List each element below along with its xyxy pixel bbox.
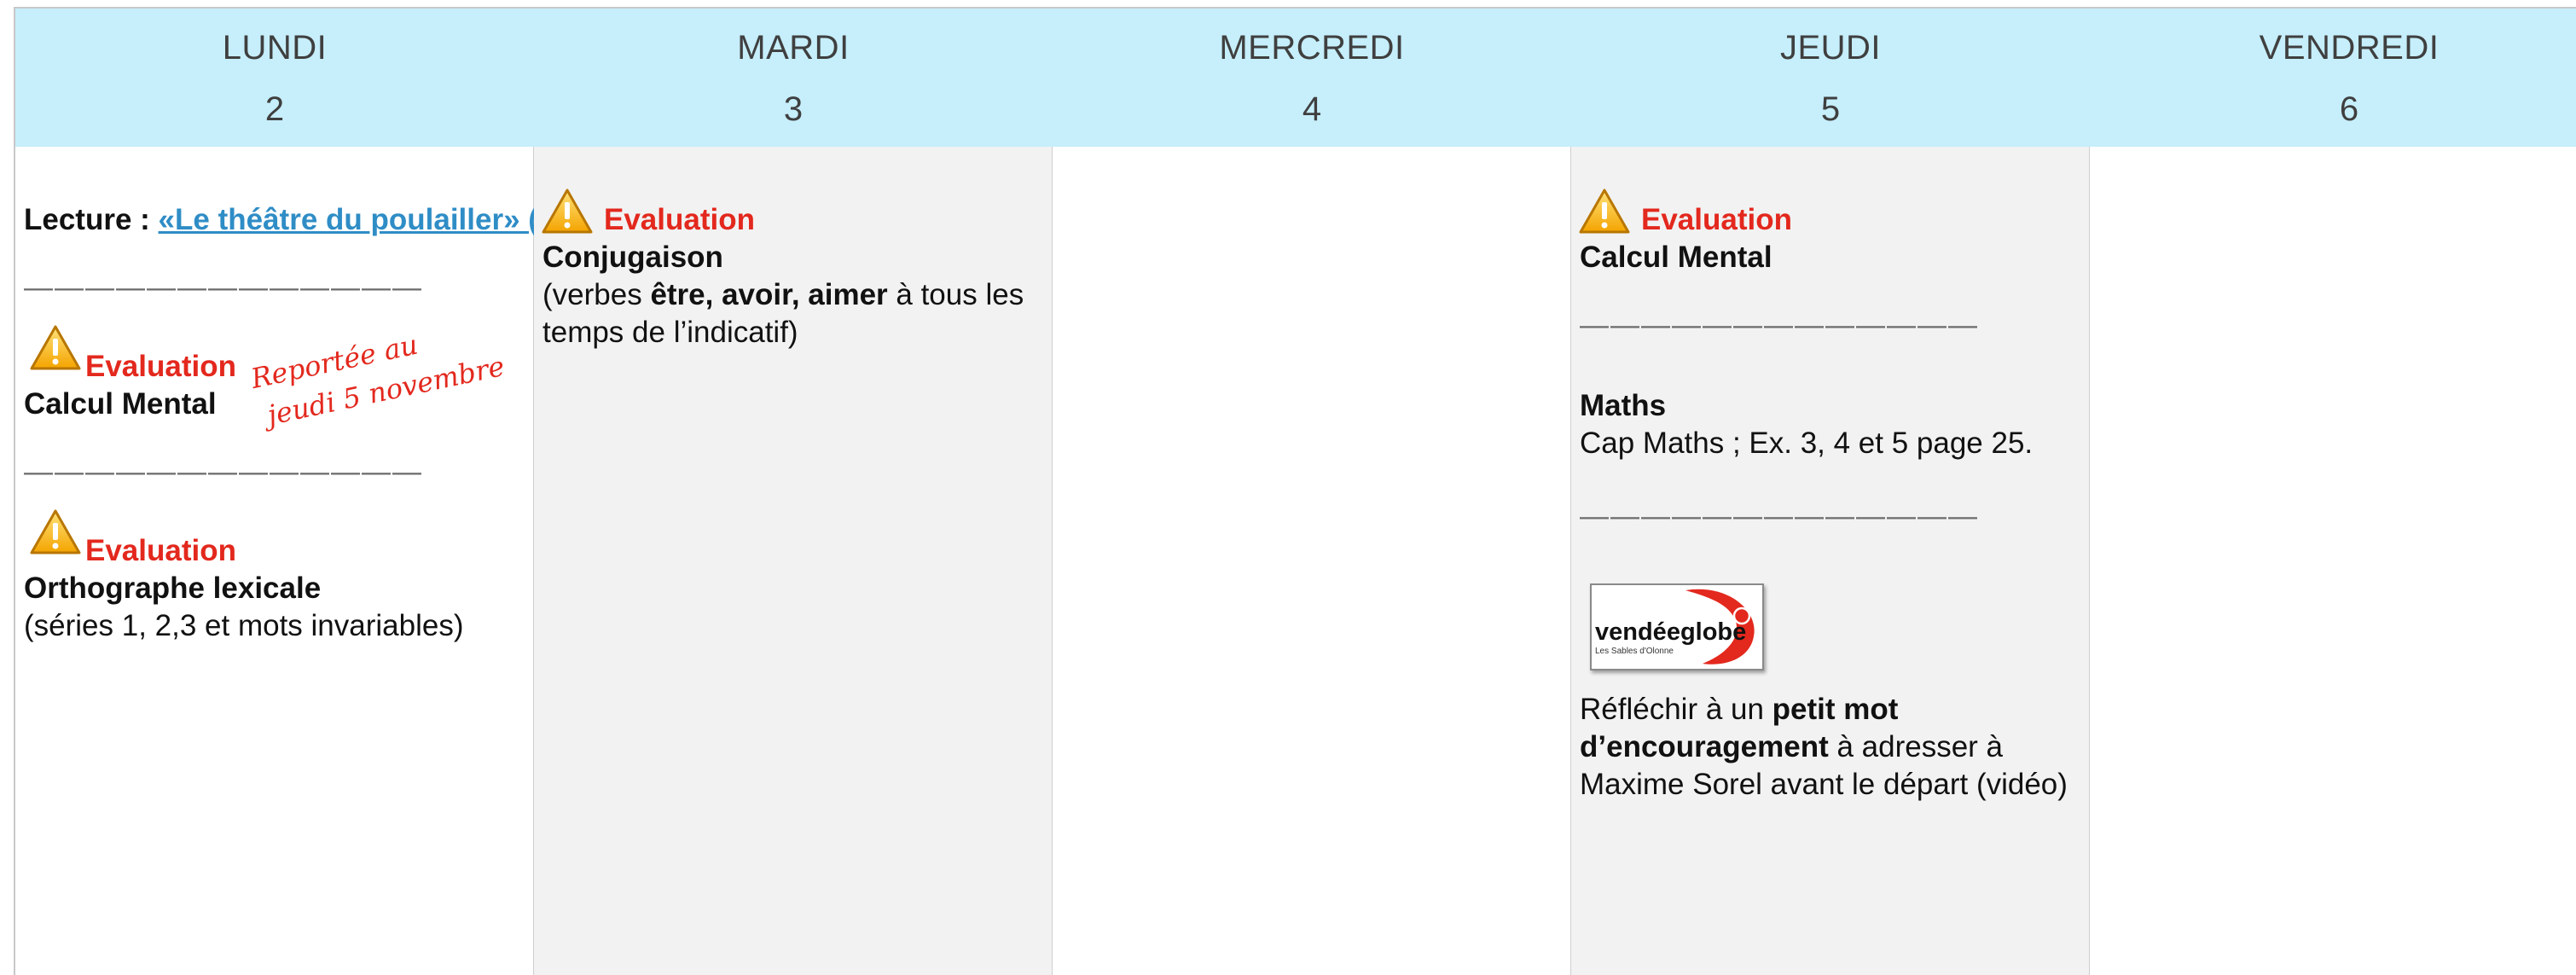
detail-text: à tous les — [887, 278, 1024, 311]
warning-icon — [542, 189, 593, 234]
maths-detail: Cap Maths ; Ex. 3, 4 et 5 page 25. — [1580, 427, 2034, 460]
encouragement-line3: Maxime Sorel avant le départ (vidéo) — [1580, 768, 2068, 801]
vendee-globe-logo[interactable]: vendéeglobe Les Sables d'Olonne — [1590, 583, 1764, 670]
separator: ————————————— — [1580, 500, 1979, 532]
day-name: MARDI — [737, 29, 850, 67]
separator: ————————————— — [24, 271, 423, 304]
message-emphasis: petit mot — [1772, 693, 1899, 726]
day-column-wednesday — [1053, 147, 1572, 975]
evaluation-label: Evaluation — [1641, 203, 1792, 236]
evaluation-subject: Calcul Mental — [24, 387, 217, 421]
detail-verbs: être, avoir, aimer — [650, 278, 888, 311]
day-header-wednesday: MERCREDI 4 — [1053, 9, 1571, 147]
maths-title: Maths — [1580, 389, 1667, 422]
vendee-globe-logo-graphic: vendéeglobe Les Sables d'Olonne — [1595, 589, 1755, 665]
lecture-entry: Lecture : «Le théâtre du poulailler» (3) — [24, 201, 565, 239]
logo-wordmark: vendéeglobe — [1595, 618, 1746, 646]
day-number: 4 — [1302, 90, 1322, 128]
day-number: 5 — [1820, 90, 1841, 128]
logo-subtitle: Les Sables d'Olonne — [1595, 647, 1674, 656]
calendar-header: LUNDI 2 MARDI 3 MERCREDI 4 JEUDI 5 VENDR… — [15, 9, 2576, 147]
day-number: 6 — [2339, 90, 2359, 128]
evaluation-detail: (séries 1, 2,3 et mots invariables) — [24, 609, 464, 642]
day-number: 2 — [264, 90, 285, 128]
day-name: JEUDI — [1779, 29, 1882, 67]
day-header-monday: LUNDI 2 — [15, 9, 534, 147]
message-emphasis: d’encouragement — [1580, 730, 1829, 763]
evaluation-subject: Calcul Mental — [1580, 241, 1772, 274]
separator: ————————————— — [24, 456, 423, 488]
separator: ————————————— — [1580, 309, 1979, 341]
weekly-calendar: LUNDI 2 MARDI 3 MERCREDI 4 JEUDI 5 VENDR… — [14, 7, 2576, 975]
day-column-tuesday: Evaluation Conjugaison (verbes être, avo… — [534, 147, 1053, 975]
message-text: Réfléchir à un — [1580, 693, 1772, 726]
warning-icon — [1579, 189, 1630, 234]
warning-icon — [30, 509, 81, 554]
lecture-label: Lecture : — [24, 203, 159, 236]
day-name: MERCREDI — [1219, 29, 1405, 67]
day-header-friday: VENDREDI 6 — [2090, 9, 2576, 147]
message-text: à adresser à — [1828, 730, 2004, 763]
evaluation-subject: Orthographe lexicale — [24, 572, 322, 605]
day-number: 3 — [783, 90, 804, 128]
lecture-link[interactable]: «Le théâtre du poulailler» (3) — [159, 203, 566, 236]
evaluation-detail: (verbes être, avoir, aimer à tous les — [542, 276, 1024, 314]
evaluation-label: Evaluation — [85, 350, 236, 383]
day-name: LUNDI — [222, 29, 328, 67]
warning-icon — [30, 325, 81, 370]
day-header-thursday: JEUDI 5 — [1571, 9, 2090, 147]
day-column-thursday: Evaluation Calcul Mental ————————————— M… — [1571, 147, 2091, 975]
day-column-friday — [2090, 147, 2576, 975]
day-column-monday: Lecture : «Le théâtre du poulailler» (3)… — [15, 147, 565, 975]
postponed-note: Reportée au jeudi 5 novembre — [247, 308, 508, 437]
evaluation-label: Evaluation — [85, 534, 236, 567]
day-header-tuesday: MARDI 3 — [534, 9, 1053, 147]
encouragement-line1: Réfléchir à un petit mot — [1580, 691, 1898, 728]
day-name: VENDREDI — [2259, 29, 2440, 67]
evaluation-label: Evaluation — [604, 203, 755, 236]
encouragement-line2: d’encouragement à adresser à — [1580, 728, 2003, 766]
evaluation-detail-line2: temps de l’indicatif) — [542, 316, 798, 349]
evaluation-subject: Conjugaison — [542, 241, 723, 274]
detail-text: (verbes — [542, 278, 651, 311]
